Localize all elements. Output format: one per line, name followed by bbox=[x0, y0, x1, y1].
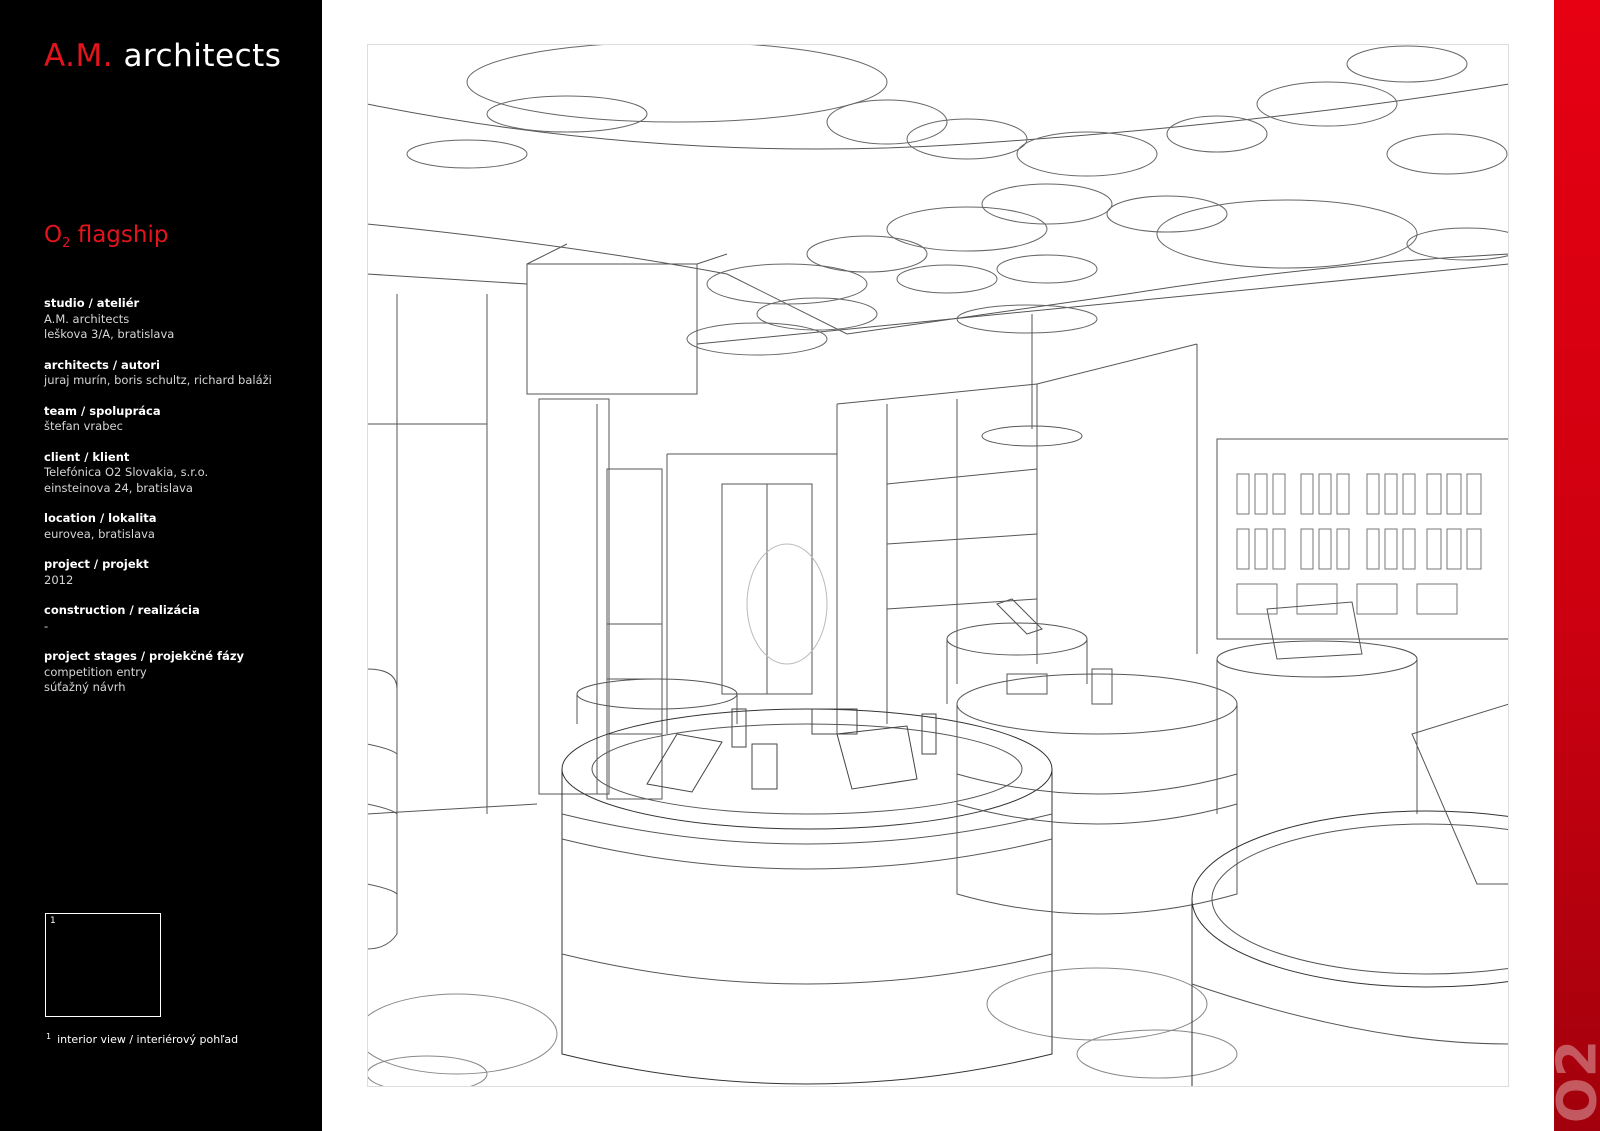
info-block: project / projekt 2012 bbox=[44, 557, 309, 588]
brand-name: architects bbox=[123, 38, 282, 74]
info-label: studio / ateliér bbox=[44, 296, 140, 310]
info-label: architects / autori bbox=[44, 357, 160, 372]
info-value: štefan vrabec bbox=[44, 419, 123, 433]
thumbnail-number: 1 bbox=[50, 916, 56, 926]
info-block: construction / realizácia - bbox=[44, 603, 309, 634]
brand-initials: A.M. bbox=[44, 38, 114, 74]
view-caption: 1 interior view / interiérový pohľad bbox=[46, 1032, 238, 1046]
info-value: juraj murín, boris schultz, richard balá… bbox=[44, 373, 272, 387]
project-info: studio / ateliér A.M. architects leškova… bbox=[44, 296, 309, 711]
info-block: studio / ateliér A.M. architects leškova… bbox=[44, 296, 309, 343]
info-block: client / klient Telefónica O2 Slovakia, … bbox=[44, 450, 309, 497]
view-thumbnail[interactable]: 1 bbox=[45, 913, 161, 1017]
info-label: location / lokalita bbox=[44, 511, 157, 525]
brand-watermark: O2 bbox=[1554, 1039, 1600, 1124]
info-value: - bbox=[44, 618, 49, 633]
info-block: architects / autori juraj murín, boris s… bbox=[44, 358, 309, 389]
info-label: construction / realizácia bbox=[44, 603, 200, 617]
info-value: eurovea, bratislava bbox=[44, 526, 155, 541]
info-label: client / klient bbox=[44, 449, 130, 464]
info-value: competition entry bbox=[44, 664, 147, 679]
info-value: 2012 bbox=[44, 572, 74, 587]
info-label: project stages / projekčné fázy bbox=[44, 649, 245, 663]
info-block: project stages / projekčné fázy competit… bbox=[44, 649, 309, 696]
info-value: A.M. architects bbox=[44, 311, 130, 326]
info-value: súťažný návrh bbox=[44, 680, 126, 694]
project-title-rest: flagship bbox=[70, 222, 169, 248]
info-value: einsteinova 24, bratislava bbox=[44, 480, 193, 495]
info-block: team / spolupráca štefan vrabec bbox=[44, 404, 309, 435]
caption-text: interior view / interiérový pohľad bbox=[57, 1033, 239, 1046]
info-block: location / lokalita eurovea, bratislava bbox=[44, 511, 309, 542]
info-value: Telefónica O2 Slovakia, s.r.o. bbox=[44, 465, 209, 479]
info-value: leškova 3/A, bratislava bbox=[44, 327, 175, 341]
info-label: team / spolupráca bbox=[44, 403, 161, 418]
project-title-main: O bbox=[44, 222, 63, 248]
interior-line-drawing bbox=[367, 44, 1509, 1087]
info-label: project / projekt bbox=[44, 557, 149, 571]
project-title: O2 flagship bbox=[44, 222, 168, 251]
brand-red-bar: O2 bbox=[1554, 0, 1600, 1131]
caption-number: 1 bbox=[46, 1032, 52, 1041]
sidebar: A.M. architects O2 flagship studio / ate… bbox=[0, 0, 322, 1131]
brand-logo: A.M. architects bbox=[44, 38, 281, 74]
